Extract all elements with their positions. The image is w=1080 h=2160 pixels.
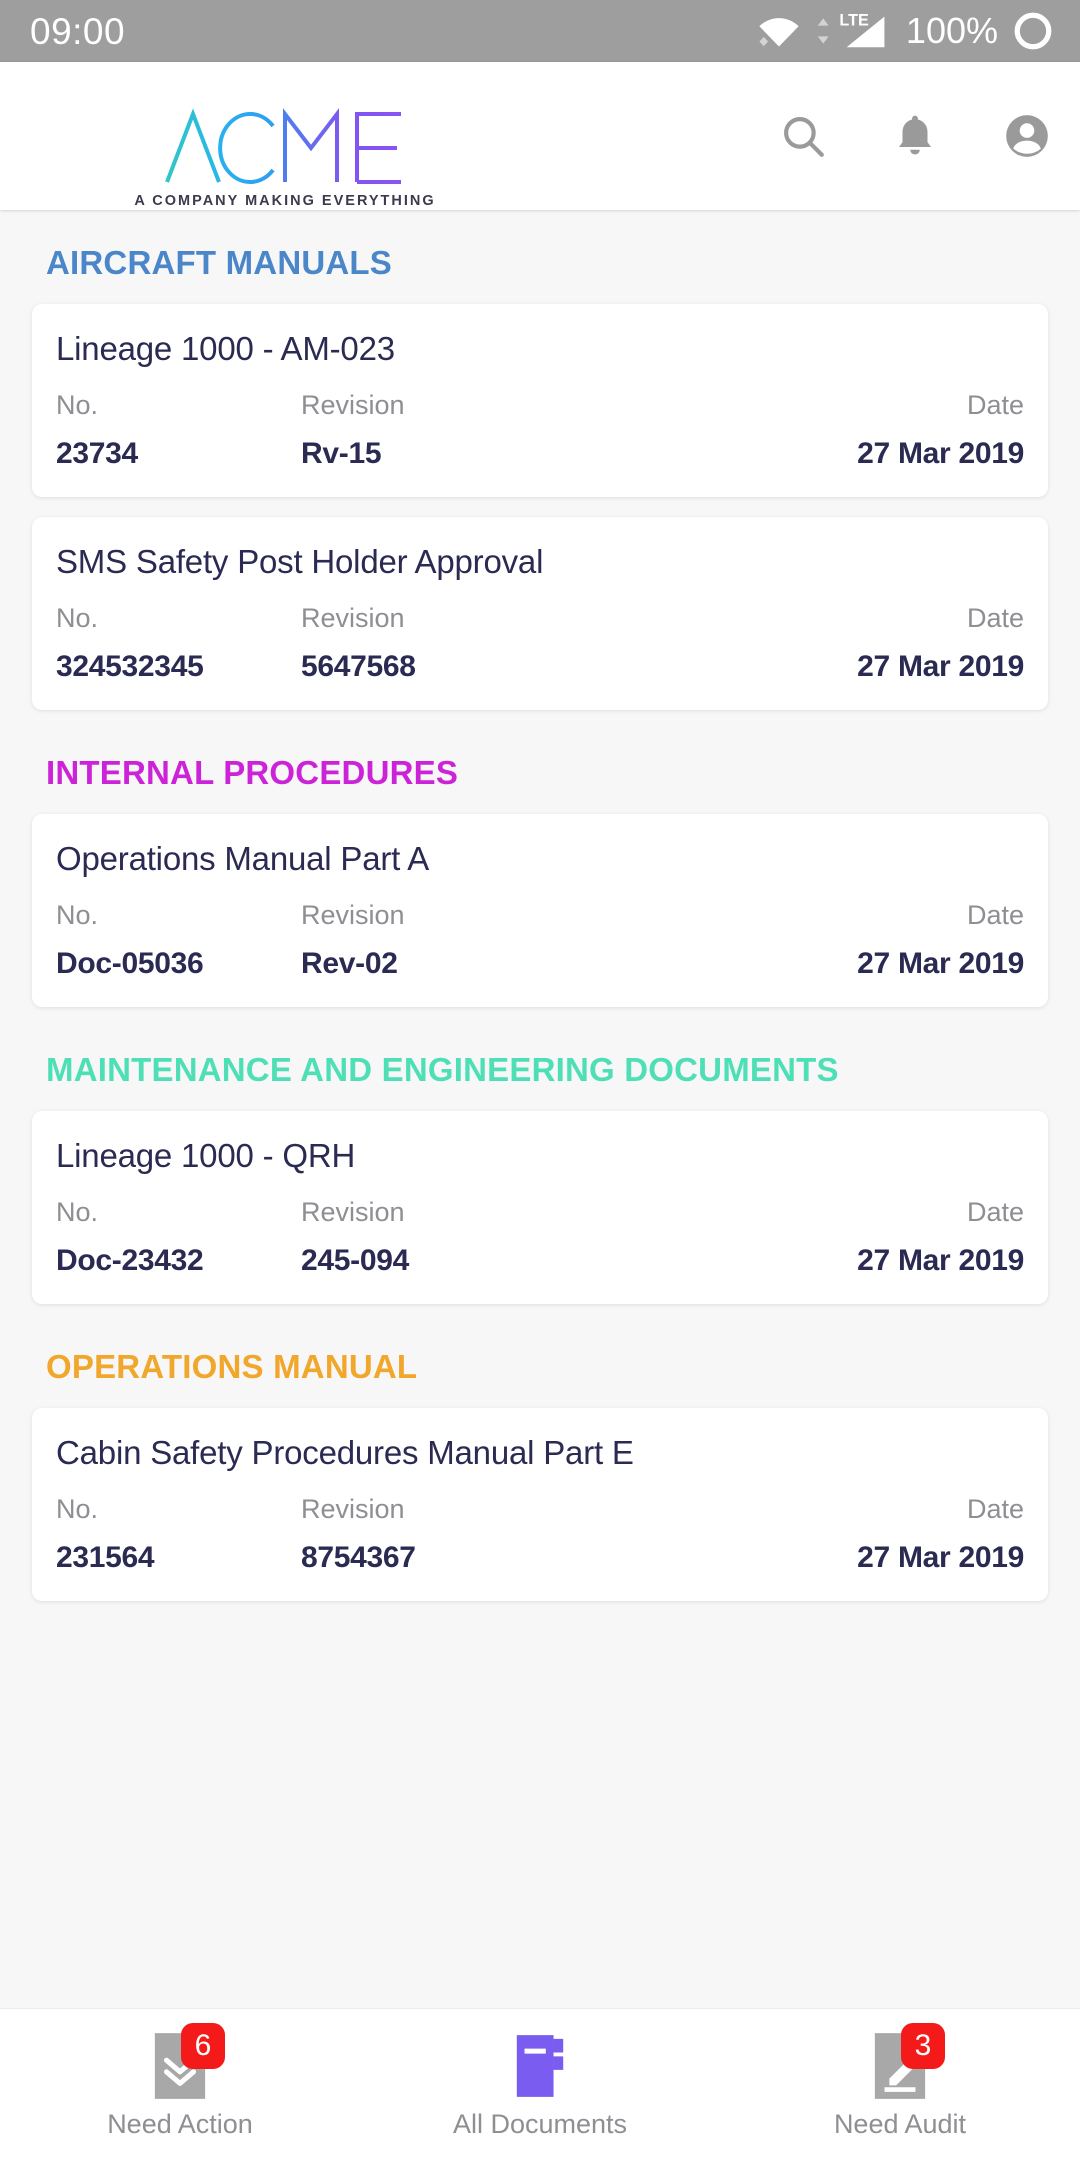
section-title: OPERATIONS MANUAL [46, 1348, 418, 1385]
document-card[interactable]: SMS Safety Post Holder Approval No. Revisi… [32, 517, 1048, 710]
battery-percent-label: 100% [905, 10, 998, 51]
nav-label-need-audit: Need Audit [833, 2109, 967, 2139]
column-header-no: No. [56, 603, 99, 633]
document-title: SMS Safety Post Holder Approval [56, 543, 544, 580]
column-header-no: No. [56, 1197, 99, 1227]
document-pencil-icon: 3 [861, 2023, 945, 2105]
bottom-navigation: 6 Need Action All Documents 3 Need Audit [0, 2008, 1080, 2160]
document-title: Lineage 1000 - QRH [56, 1137, 356, 1174]
document-section: INTERNAL PROCEDURES Operations Manual Par… [0, 754, 1080, 1007]
badge-need-action: 6 [180, 2023, 225, 2069]
document-revision: 5647568 [301, 650, 416, 683]
document-date: 27 Mar 2019 [857, 947, 1024, 980]
column-header-date: Date [966, 390, 1024, 420]
document-meta-grid: No. Revision Date 231564 8754367 27 Mar 2019 [56, 1494, 1024, 1575]
app-root: 09:00 LTE 100% A COMPANY MAKING EVERYTHI… [0, 0, 1080, 2160]
document-double-chevron-down-icon: 6 [141, 2023, 225, 2105]
nav-label-all-documents: All Documents [452, 2109, 628, 2139]
document-no: 324532345 [56, 650, 204, 683]
status-bar: 09:00 LTE 100% [0, 0, 1080, 62]
document-section: OPERATIONS MANUAL Cabin Safety Procedures… [0, 1348, 1080, 1601]
document-title: Lineage 1000 - AM-023 [56, 330, 395, 367]
nav-item-all-documents[interactable]: All Documents [360, 2027, 720, 2140]
document-revision: Rev-02 [301, 947, 398, 980]
column-header-date: Date [966, 900, 1024, 930]
column-header-revision: Revision [301, 1494, 405, 1524]
document-no: Doc-05036 [56, 947, 204, 980]
document-meta-grid: No. Revision Date 23734 Rv-15 27 Mar 2019 [56, 390, 1024, 471]
lte-signal-icon: LTE [816, 9, 888, 53]
column-header-revision: Revision [301, 390, 405, 420]
document-no: Doc-23432 [56, 1244, 204, 1277]
battery-icon [1012, 10, 1054, 52]
document-revision: 245-094 [301, 1244, 409, 1277]
column-header-date: Date [966, 603, 1024, 633]
column-header-date: Date [966, 1197, 1024, 1227]
section-title: MAINTENANCE AND ENGINEERING DOCUMENTS [46, 1051, 839, 1088]
column-header-revision: Revision [301, 1197, 405, 1227]
search-icon[interactable] [778, 111, 828, 161]
app-header: A COMPANY MAKING EVERYTHING [0, 62, 1080, 210]
document-card[interactable]: Cabin Safety Procedures Manual Part E No.… [32, 1408, 1048, 1601]
brand-logo: A COMPANY MAKING EVERYTHING [120, 108, 450, 209]
nav-item-need-action[interactable]: 6 Need Action [0, 2023, 360, 2140]
nav-item-need-audit[interactable]: 3 Need Audit [720, 2023, 1080, 2140]
column-header-revision: Revision [301, 900, 405, 930]
document-no: 231564 [56, 1541, 155, 1574]
document-section: MAINTENANCE AND ENGINEERING DOCUMENTS Lin… [0, 1051, 1080, 1304]
status-indicators: LTE 100% [756, 9, 1054, 53]
wifi-icon [756, 11, 802, 51]
document-date: 27 Mar 2019 [857, 650, 1024, 683]
column-header-no: No. [56, 390, 99, 420]
document-meta-grid: No. Revision Date 324532345 5647568 27 Mar 20… [56, 603, 1024, 684]
document-revision: 8754367 [301, 1541, 416, 1574]
account-avatar-icon[interactable] [1002, 111, 1052, 161]
document-date: 27 Mar 2019 [857, 1541, 1024, 1574]
document-meta-grid: No. Revision Date Doc-23432 245-094 27 Mar 20… [56, 1197, 1024, 1278]
section-title: INTERNAL PROCEDURES [46, 754, 459, 791]
document-date: 27 Mar 2019 [857, 437, 1024, 470]
status-clock: 09:00 [30, 10, 126, 52]
document-no: 23734 [56, 437, 138, 470]
document-card[interactable]: Lineage 1000 - AM-023 No. Revision Date 2373… [32, 304, 1048, 497]
book-icon [501, 2027, 579, 2105]
document-list[interactable]: AIRCRAFT MANUALS Lineage 1000 - AM-023 No.… [0, 210, 1080, 2008]
section-title: AIRCRAFT MANUALS [46, 244, 392, 281]
svg-text:LTE: LTE [839, 12, 869, 30]
document-card[interactable]: Lineage 1000 - QRH No. Revision Date Doc-234… [32, 1111, 1048, 1304]
header-actions [778, 62, 1052, 210]
document-title: Cabin Safety Procedures Manual Part E [56, 1434, 634, 1471]
column-header-no: No. [56, 1494, 99, 1524]
column-header-date: Date [966, 1494, 1024, 1524]
document-date: 27 Mar 2019 [857, 1244, 1024, 1277]
document-title: Operations Manual Part A [56, 840, 430, 877]
document-card[interactable]: Operations Manual Part A No. Revision Date D… [32, 814, 1048, 1007]
nav-label-need-action: Need Action [107, 2109, 253, 2139]
document-revision: Rv-15 [301, 437, 382, 470]
document-section: AIRCRAFT MANUALS Lineage 1000 - AM-023 No.… [0, 244, 1080, 710]
column-header-no: No. [56, 900, 99, 930]
notifications-bell-icon[interactable] [890, 111, 940, 161]
column-header-revision: Revision [301, 603, 405, 633]
document-meta-grid: No. Revision Date Doc-05036 Rev-02 27 Mar 201… [56, 900, 1024, 981]
badge-need-audit: 3 [900, 2023, 945, 2069]
brand-tagline: A COMPANY MAKING EVERYTHING [134, 193, 436, 209]
acme-wordmark-icon [165, 108, 401, 184]
